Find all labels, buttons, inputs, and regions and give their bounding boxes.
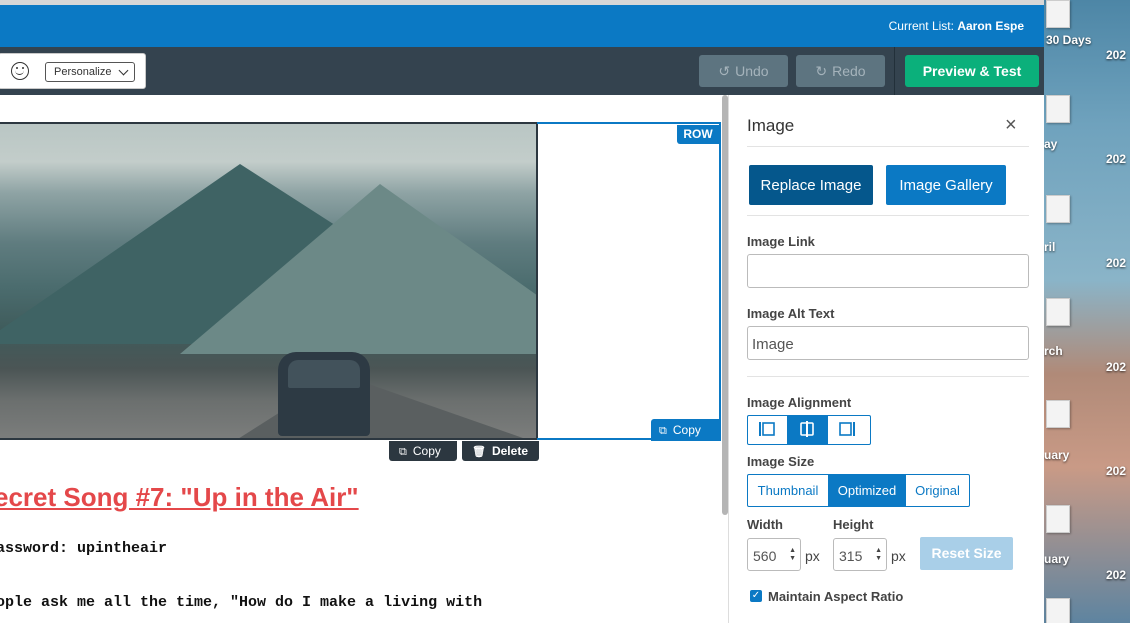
editor-toolbar: Personalize ↺ Undo ↻ Redo Preview & Test <box>0 47 1044 95</box>
preview-test-button[interactable]: Preview & Test <box>905 55 1039 87</box>
desktop-label: 202 <box>1106 256 1127 270</box>
redo-label: Redo <box>832 63 866 79</box>
desktop-background: 30 Days 202 ay 202 ril 202 rch 202 uary … <box>1044 0 1130 623</box>
align-right-icon <box>839 422 855 436</box>
current-list-name[interactable]: Aaron Espe <box>957 19 1024 33</box>
desktop-label: 202 <box>1106 152 1127 166</box>
alignment-label: Image Alignment <box>747 395 852 410</box>
desktop-file-icon[interactable] <box>1046 195 1070 223</box>
desktop-file-icon[interactable] <box>1046 95 1070 123</box>
image-size-label: Image Size <box>747 454 815 469</box>
stepper-icon[interactable]: ▲ ▼ <box>789 547 796 563</box>
reset-size-button[interactable]: Reset Size <box>920 537 1013 570</box>
desktop-label: ay <box>1044 137 1058 151</box>
undo-label: Undo <box>735 63 769 79</box>
body-text[interactable]: ople ask me all the time, "How do I make… <box>0 594 482 611</box>
email-canvas: ⤡ ROW ⧉ Copy ⧉ Copy 🗑 Delete ecret Song #7:… <box>0 95 728 623</box>
trash-icon: 🗑 <box>472 446 486 458</box>
image-settings-panel: Image × Replace Image Image Gallery Imag… <box>728 95 1044 623</box>
align-center-button[interactable] <box>788 416 828 444</box>
photo-road <box>230 374 536 438</box>
emoji-icon[interactable] <box>11 62 29 80</box>
stepper-icon[interactable]: ▲ ▼ <box>875 547 882 563</box>
redo-icon: ↻ <box>815 63 828 79</box>
divider <box>747 146 1029 147</box>
height-value: 315 <box>839 548 863 564</box>
panel-title: Image <box>747 116 795 135</box>
maintain-aspect-checkbox[interactable]: ✓ <box>750 590 762 602</box>
align-left-button[interactable] <box>748 416 788 444</box>
image-link-label: Image Link <box>747 234 815 249</box>
divider <box>747 376 1029 377</box>
redo-button[interactable]: ↻ Redo <box>796 55 885 87</box>
personalize-label: Personalize <box>54 66 112 78</box>
copy-icon: ⧉ <box>659 425 667 437</box>
selected-image-block[interactable]: ⤡ <box>0 122 538 440</box>
row-outline[interactable] <box>537 122 721 440</box>
alt-text-input[interactable]: Image <box>747 326 1029 360</box>
email-editor-window: Current List: Aaron Espe Personalize ↺ Un… <box>0 0 1044 623</box>
desktop-label: 202 <box>1106 568 1127 582</box>
alt-text-label: Image Alt Text <box>747 306 835 321</box>
row-badge: ROW <box>677 125 719 144</box>
block-delete-label: Delete <box>491 444 528 458</box>
replace-image-button[interactable]: Replace Image <box>749 165 873 205</box>
desktop-file-icon[interactable] <box>1046 505 1070 533</box>
size-original-button[interactable]: Original <box>906 475 969 506</box>
personalize-dropdown[interactable]: Personalize <box>45 62 135 82</box>
alignment-group <box>747 415 871 445</box>
password-text[interactable]: assword: upintheair <box>0 540 167 557</box>
toolbar-divider <box>894 47 895 95</box>
size-thumbnail-button[interactable]: Thumbnail <box>748 475 829 506</box>
desktop-label: 30 Days <box>1046 33 1092 47</box>
undo-icon: ↺ <box>718 63 731 79</box>
photo-mountain <box>180 184 536 354</box>
image-gallery-button[interactable]: Image Gallery <box>886 165 1006 205</box>
align-center-icon <box>800 421 814 437</box>
height-input[interactable]: 315 ▲ ▼ <box>833 538 887 571</box>
chevron-down-icon <box>118 65 129 76</box>
height-label: Height <box>833 517 874 532</box>
block-copy-button[interactable]: ⧉ Copy <box>389 441 457 461</box>
maintain-aspect-label: Maintain Aspect Ratio <box>768 589 904 604</box>
desktop-file-icon[interactable] <box>1046 0 1070 28</box>
row-copy-label: Copy <box>672 423 701 437</box>
width-label: Width <box>747 517 783 532</box>
image-link-input[interactable] <box>747 254 1029 288</box>
desktop-label: 202 <box>1106 360 1127 374</box>
desktop-label: ril <box>1044 240 1056 254</box>
copy-icon: ⧉ <box>399 446 407 458</box>
width-unit: px <box>805 548 820 564</box>
align-left-icon <box>759 422 775 436</box>
current-list: Current List: Aaron Espe <box>889 19 1024 33</box>
width-input[interactable]: 560 ▲ ▼ <box>747 538 801 571</box>
align-right-button[interactable] <box>828 416 868 444</box>
preview-label: Preview & Test <box>922 63 1022 79</box>
height-unit: px <box>891 548 906 564</box>
email-heading[interactable]: ecret Song #7: "Up in the Air" <box>0 482 359 513</box>
insert-tools: Personalize <box>0 53 146 89</box>
desktop-file-icon[interactable] <box>1046 598 1070 623</box>
desktop-file-icon[interactable] <box>1046 400 1070 428</box>
desktop-label: uary <box>1044 448 1070 462</box>
desktop-label: uary <box>1044 552 1070 566</box>
row-copy-button[interactable]: ⧉ Copy <box>651 419 721 441</box>
image-size-group: Thumbnail Optimized Original <box>747 474 970 507</box>
desktop-label: 202 <box>1106 48 1127 62</box>
close-icon[interactable]: × <box>1005 115 1017 135</box>
desktop-label: 202 <box>1106 464 1127 478</box>
desktop-label: rch <box>1044 344 1063 358</box>
desktop-file-icon[interactable] <box>1046 298 1070 326</box>
block-delete-button[interactable]: 🗑 Delete <box>462 441 539 461</box>
top-bar: Current List: Aaron Espe <box>0 5 1044 47</box>
width-value: 560 <box>753 548 777 564</box>
block-copy-label: Copy <box>412 444 441 458</box>
undo-button[interactable]: ↺ Undo <box>699 55 788 87</box>
photo-car <box>278 352 370 436</box>
divider <box>747 215 1029 216</box>
size-optimized-button[interactable]: Optimized <box>829 475 906 506</box>
current-list-label: Current List: <box>888 19 954 33</box>
